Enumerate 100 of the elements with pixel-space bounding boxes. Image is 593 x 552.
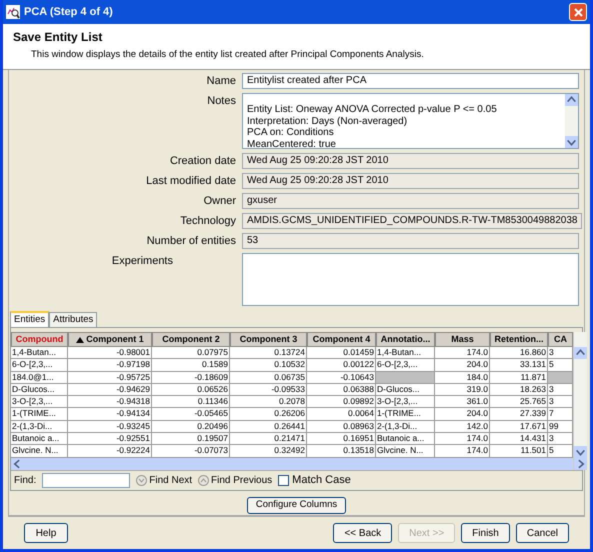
- table-cell: 0.2078: [230, 396, 307, 408]
- column-header[interactable]: Mass: [435, 332, 490, 347]
- table-cell: 0.19507: [152, 433, 230, 446]
- table-cell: 3-O-[2,3,...: [376, 396, 435, 408]
- tab[interactable]: Entities: [10, 311, 50, 327]
- window-title: PCA (Step 4 of 4): [24, 4, 114, 20]
- table-cell: D-Glucos...: [11, 384, 68, 396]
- column-header[interactable]: CA: [548, 332, 573, 347]
- table-cell: 14.431: [490, 433, 548, 446]
- empty-cell: [376, 372, 435, 384]
- table-cell: 16.860: [490, 347, 548, 360]
- table-cell: 2-(1,3-Di...: [11, 420, 68, 434]
- close-icon: [574, 8, 582, 16]
- table-cell: -0.94318: [68, 396, 152, 408]
- header-description: This window displays the details of the entity list created after Principal Components Analysis.: [30, 48, 425, 62]
- field-label: Owner: [202, 194, 237, 209]
- find-label: Find:: [14, 474, 36, 488]
- notes-line: MeanCentered: true: [247, 138, 337, 148]
- readonly-field: Wed Aug 25 09:20:28 JST 2010: [242, 153, 579, 169]
- table-cell: 361.0: [435, 396, 490, 408]
- table-cell: 0.06735: [230, 372, 307, 384]
- table-cell: 1,4-Butan...: [11, 347, 68, 360]
- table-cell: 184.0@1...: [11, 372, 68, 384]
- up-circle-icon: [198, 474, 210, 486]
- table-cell: 0.09892: [307, 396, 376, 408]
- column-header[interactable]: Component 2: [152, 332, 230, 347]
- dialog-button[interactable]: << Back: [333, 523, 392, 543]
- table-cell: 0.11346: [152, 396, 230, 408]
- table-cell: 0.21471: [230, 433, 307, 446]
- table-cell: 174.0: [435, 433, 490, 446]
- table-cell: 2-(1,3-Di...: [376, 420, 435, 434]
- table-cell: 0.07975: [152, 347, 230, 360]
- table-cell: 0.26206: [230, 408, 307, 421]
- close-button[interactable]: [569, 3, 587, 21]
- column-header[interactable]: Annotatio...: [376, 332, 435, 347]
- table-cell: 0.01459: [307, 347, 376, 360]
- column-header[interactable]: Component 3: [230, 332, 307, 347]
- notes-line: Interpretation: Days (Non-averaged): [247, 116, 408, 127]
- field-label: Name: [206, 74, 237, 89]
- field-label: Creation date: [168, 154, 237, 169]
- table-cell: 0.1589: [152, 359, 230, 372]
- field-label: Notes: [206, 94, 237, 109]
- input-field[interactable]: Entitylist created after PCA: [242, 73, 579, 89]
- vertical-scrollbar[interactable]: [565, 94, 578, 148]
- table-cell: -0.18609: [152, 372, 230, 384]
- table-cell: 0.16951: [307, 433, 376, 446]
- table-cell: D-Glucos...: [376, 384, 435, 396]
- table-cell: 25.765: [490, 396, 548, 408]
- readonly-field: Wed Aug 25 09:20:28 JST 2010: [242, 173, 579, 189]
- checkbox-label: Match Case: [292, 472, 351, 488]
- magnifier-chart-icon: [6, 5, 20, 19]
- table-cell: 142.0: [435, 420, 490, 434]
- table-cell: -0.94629: [68, 384, 152, 396]
- table-cell: 17.671: [490, 420, 548, 434]
- find-field[interactable]: [42, 472, 130, 488]
- table-cell: 0.20496: [152, 420, 230, 434]
- vertical-scrollbar[interactable]: [573, 332, 587, 470]
- table-cell: -0.05465: [152, 408, 230, 421]
- horizontal-scrollbar[interactable]: [11, 458, 573, 470]
- table-cell: -0.09533: [230, 384, 307, 396]
- configure-columns-button[interactable]: Configure Columns: [246, 496, 346, 514]
- table-cell: 184.0: [435, 372, 490, 384]
- table-cell: 0.26441: [230, 420, 307, 434]
- notes-line: Entity List: Oneway ANOVA Corrected p-value P <= 0.05: [247, 104, 498, 116]
- field-label: Last modified date: [145, 174, 237, 189]
- tab[interactable]: Attributes: [49, 312, 98, 327]
- column-header[interactable]: Retention...: [490, 332, 548, 347]
- sort-ascending-icon: [76, 336, 84, 342]
- table-cell: 204.0: [435, 408, 490, 421]
- find-next-button[interactable]: Find Next: [136, 472, 192, 488]
- dialog-button[interactable]: Help: [24, 523, 68, 543]
- table-cell: -0.95725: [68, 372, 152, 384]
- find-previous-button[interactable]: Find Previous: [198, 472, 272, 488]
- table-cell: 319.0: [435, 384, 490, 396]
- table-cell: 1-(TRIME...: [11, 408, 68, 421]
- table-cell: 0.08963: [307, 420, 376, 434]
- table-cell: 0.13724: [230, 347, 307, 360]
- notes-field[interactable]: Entity List: Oneway ANOVA Corrected p-value P <= 0.05 Interpretation: Days (Non-averaged) PCA on: Conditions MeanCentered: true: [242, 93, 579, 149]
- table-cell: -0.93245: [68, 420, 152, 434]
- column-header[interactable]: Compound: [11, 332, 68, 347]
- table-cell: 174.0: [435, 347, 490, 360]
- field-label: Technology: [179, 214, 237, 229]
- table-cell: 3-O-[2,3,...: [11, 396, 68, 408]
- table-cell: 27.339: [490, 408, 548, 421]
- table-cell: -0.97198: [68, 359, 152, 372]
- table-cell: 0.06526: [152, 384, 230, 396]
- readonly-field: 53: [242, 233, 579, 249]
- table-cell: 18.263: [490, 384, 548, 396]
- column-header[interactable]: Component 4: [307, 332, 376, 347]
- table-cell: 1-(TRIME...: [376, 408, 435, 421]
- dialog-button[interactable]: Finish: [461, 523, 510, 543]
- table-cell: -0.98001: [68, 347, 152, 360]
- dialog-button[interactable]: Cancel: [516, 523, 569, 543]
- experiments-field[interactable]: [242, 253, 579, 306]
- table-cell: 204.0: [435, 359, 490, 372]
- column-header[interactable]: Component 1: [68, 332, 152, 347]
- field-label: Number of entities: [146, 234, 237, 249]
- checkbox[interactable]: [278, 474, 290, 486]
- header-title: Save Entity List: [13, 29, 104, 46]
- table-cell: 0.00122: [307, 359, 376, 372]
